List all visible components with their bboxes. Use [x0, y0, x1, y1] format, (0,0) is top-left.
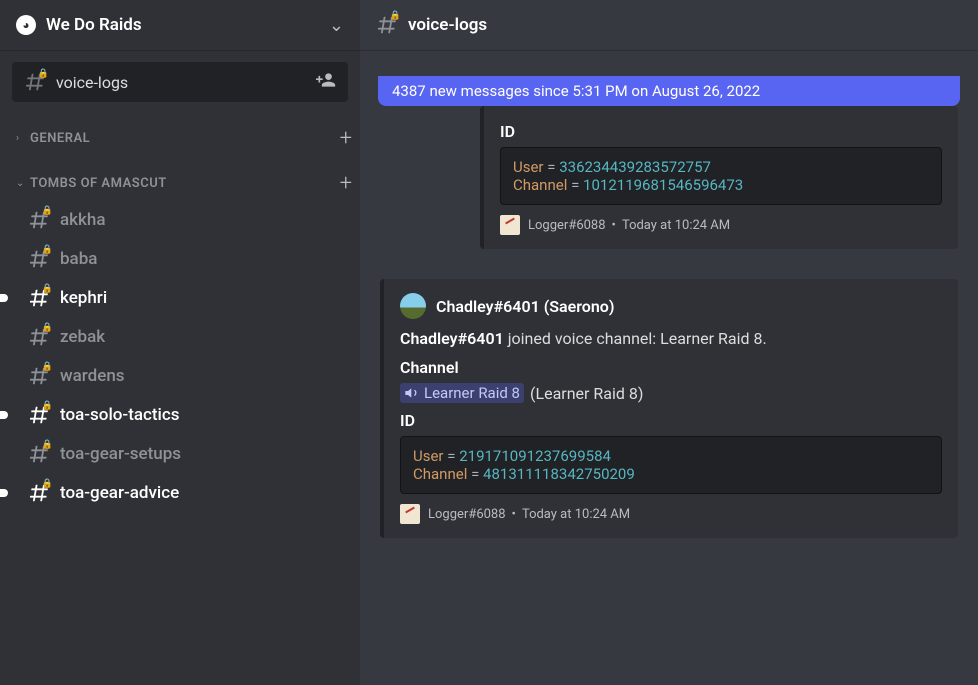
main-content: 🔒 voice-logs 4387 new messages since 5:3… — [360, 0, 978, 685]
log-embed: Chadley#6401 (Saerono) Chadley#6401 joine… — [380, 279, 958, 538]
channel-paren: (Learner Raid 8) — [530, 384, 643, 403]
channel-label: toa-solo-tactics — [60, 405, 180, 425]
channel-label: baba — [60, 249, 97, 269]
channel-header: 🔒 voice-logs — [360, 0, 978, 50]
channel-label: kephri — [60, 288, 107, 308]
channel-search[interactable]: 🔒 voice-logs — [12, 62, 348, 102]
plus-icon[interactable]: + — [340, 171, 352, 196]
logger-icon — [500, 215, 520, 235]
channel-baba[interactable]: 🔒 baba — [8, 240, 352, 278]
hash-locked-icon: 🔒 — [28, 365, 50, 387]
plus-icon[interactable]: + — [340, 126, 352, 151]
channel-toa-solo-tactics[interactable]: 🔒 toa-solo-tactics — [8, 396, 352, 434]
field-channel-title: Channel — [400, 358, 942, 377]
hash-locked-icon: 🔒 — [24, 71, 46, 93]
server-icon: ◕ — [16, 15, 36, 35]
category-label: GENERAL — [30, 131, 340, 146]
hash-locked-icon: 🔒 — [376, 14, 398, 36]
category-general[interactable]: › GENERAL+ — [0, 110, 360, 155]
channel-toa-gear-advice[interactable]: 🔒 toa-gear-advice — [8, 474, 352, 512]
footer-timestamp: Today at 10:24 AM — [622, 218, 730, 233]
category-tombs-of-amascut[interactable]: ⌄ TOMBS OF AMASCUT+ — [0, 155, 360, 200]
embed-author: Chadley#6401 (Saerono) — [400, 293, 942, 319]
id-codeblock: User = 336234439283572757Channel = 10121… — [500, 147, 942, 205]
author-name: Chadley#6401 (Saerono) — [436, 297, 614, 316]
channel-toa-gear-setups[interactable]: 🔒 toa-gear-setups — [8, 435, 352, 473]
voice-channel-mention[interactable]: Learner Raid 8 — [400, 383, 524, 403]
id-codeblock: User = 219171091237699584Channel = 48131… — [400, 436, 942, 494]
hash-locked-icon: 🔒 — [28, 443, 50, 465]
hash-locked-icon: 🔒 — [28, 209, 50, 231]
channel-label: zebak — [60, 327, 105, 347]
footer-author: Logger#6088 — [428, 507, 506, 522]
new-messages-bar[interactable]: 4387 new messages since 5:31 PM on Augus… — [378, 76, 960, 106]
embed-description: Chadley#6401 joined voice channel: Learn… — [400, 329, 942, 348]
footer-timestamp: Today at 10:24 AM — [522, 507, 630, 522]
search-text: voice-logs — [56, 73, 316, 92]
server-header[interactable]: ◕ We Do Raids ⌄ — [0, 0, 360, 50]
hash-locked-icon: 🔒 — [28, 287, 50, 309]
avatar — [400, 293, 426, 319]
channel-label: toa-gear-advice — [60, 483, 179, 503]
channel-label: toa-gear-setups — [60, 444, 181, 464]
hash-locked-icon: 🔒 — [28, 326, 50, 348]
channel-zebak[interactable]: 🔒 zebak — [8, 318, 352, 356]
server-name: We Do Raids — [46, 15, 329, 35]
footer-author: Logger#6088 — [528, 218, 606, 233]
field-id-title: ID — [400, 411, 942, 430]
hash-locked-icon: 🔒 — [28, 248, 50, 270]
category-label: TOMBS OF AMASCUT — [30, 176, 340, 191]
sidebar: ◕ We Do Raids ⌄ 🔒 voice-logs ›GENERAL+⌄T… — [0, 0, 360, 685]
channel-title: voice-logs — [408, 15, 487, 35]
chevron-down-icon: ⌄ — [329, 15, 344, 36]
embed-footer: Logger#6088•Today at 10:24 AM — [400, 504, 942, 524]
hash-locked-icon: 🔒 — [28, 482, 50, 504]
chevron-right-icon: › — [16, 133, 26, 144]
hash-locked-icon: 🔒 — [28, 404, 50, 426]
channel-label: wardens — [60, 366, 125, 386]
channel-label: akkha — [60, 210, 106, 230]
log-embed: ID User = 336234439283572757Channel = 101… — [480, 106, 958, 249]
channel-wardens[interactable]: 🔒 wardens — [8, 357, 352, 395]
channel-kephri[interactable]: 🔒 kephri — [8, 279, 352, 317]
add-user-icon[interactable] — [316, 70, 336, 94]
channel-akkha[interactable]: 🔒 akkha — [8, 201, 352, 239]
logger-icon — [400, 504, 420, 524]
embed-footer: Logger#6088•Today at 10:24 AM — [500, 215, 942, 235]
field-id-title: ID — [500, 122, 942, 141]
messages-container[interactable]: ID User = 336234439283572757Channel = 101… — [360, 50, 978, 685]
chevron-down-icon: ⌄ — [16, 178, 26, 189]
